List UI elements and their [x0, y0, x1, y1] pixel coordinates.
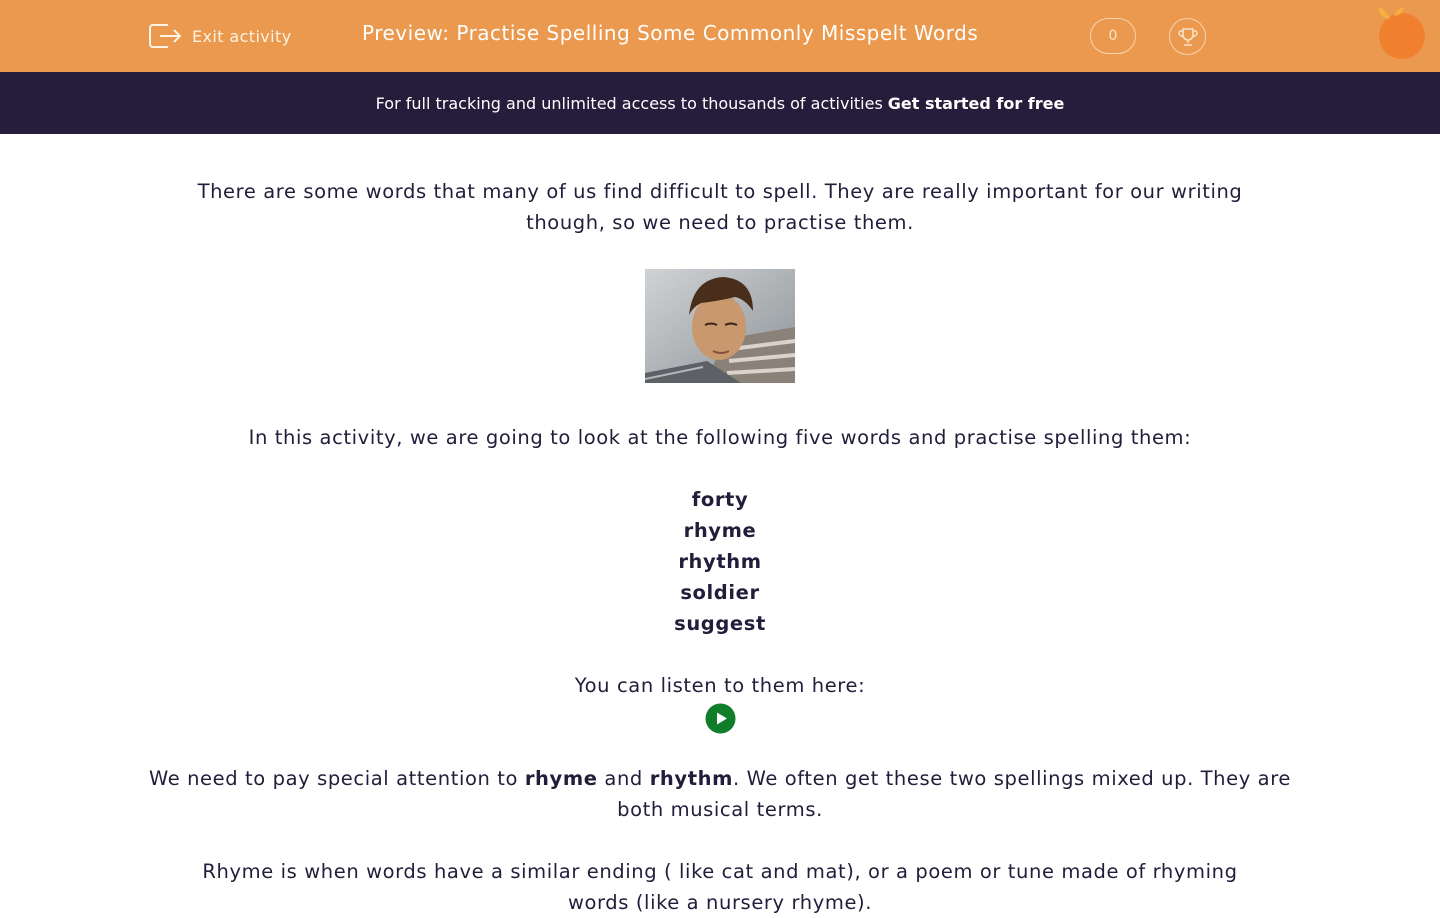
play-audio-icon[interactable] [705, 703, 736, 734]
word-item: forty [691, 488, 749, 511]
attention-word-rhyme: rhyme [524, 767, 598, 790]
word-item: rhyme [683, 519, 757, 542]
exit-activity-label: Exit activity [192, 26, 292, 46]
intro-paragraph: There are some words that many of us fin… [197, 180, 1243, 234]
exit-door-icon [149, 24, 182, 48]
word-item: rhythm [678, 550, 762, 573]
promo-text: For full tracking and unlimited access t… [375, 93, 883, 113]
trophy-button[interactable] [1169, 18, 1206, 55]
boy-at-laptop-image [645, 269, 795, 383]
orange-logo-icon[interactable] [1374, 4, 1430, 62]
word-item: soldier [680, 581, 760, 604]
promo-banner: For full tracking and unlimited access t… [0, 72, 1440, 134]
page-title: Preview: Practise Spelling Some Commonly… [362, 21, 979, 45]
attention-text: We need to pay special attention to [148, 767, 525, 790]
listen-prompt: You can listen to them here: [574, 674, 866, 697]
get-started-link[interactable]: Get started for free [888, 94, 1065, 113]
score-badge: 0 [1090, 18, 1136, 54]
attention-paragraph: We need to pay special attention to rhym… [120, 763, 1320, 825]
exit-activity-button[interactable]: Exit activity [148, 20, 292, 52]
word-list: forty rhyme rhythm soldier suggest [120, 484, 1320, 639]
top-bar: Exit activity Preview: Practise Spelling… [0, 0, 1440, 72]
attention-text: and [597, 767, 650, 790]
rhyme-definition-paragraph: Rhyme is when words have a similar endin… [202, 860, 1238, 914]
activity-content: There are some words that many of us fin… [120, 176, 1320, 918]
attention-word-rhythm: rhythm [649, 767, 734, 790]
word-item: suggest [674, 612, 766, 635]
trophy-icon [1177, 27, 1198, 46]
lead-paragraph: In this activity, we are going to look a… [248, 426, 1192, 449]
